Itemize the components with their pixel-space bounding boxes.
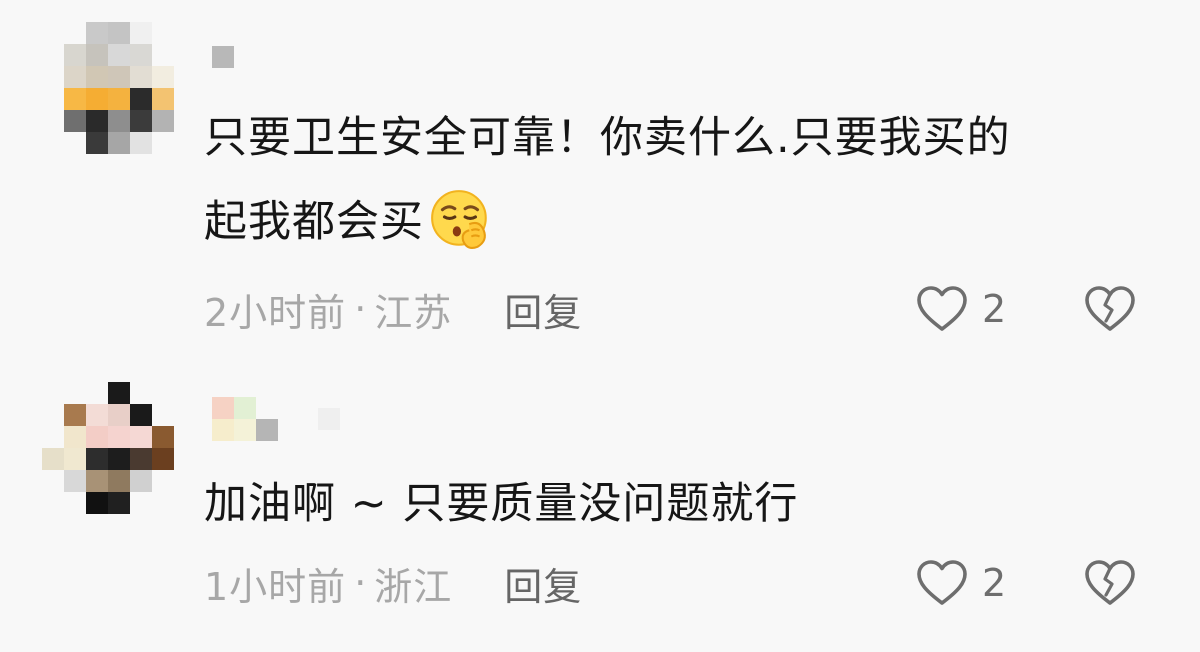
broken-heart-icon: [1085, 560, 1135, 605]
heart-outline-icon: [917, 286, 967, 331]
comment-text: 加油啊 ~ 只要质量没问题就行: [204, 462, 1134, 546]
broken-heart-icon: [1085, 286, 1135, 331]
location: 江苏: [374, 290, 453, 335]
dislike-button[interactable]: [1082, 558, 1138, 608]
timestamp: 1小时前: [204, 564, 347, 609]
like-count: 2: [982, 561, 1007, 605]
comment-item: 只要卫生安全可靠！你卖什么.只要我买的 起我都会买 2小时前 · 江苏 回复 2: [0, 0, 1200, 340]
comment-meta: 1小时前 · 浙江 回复 2: [204, 556, 1140, 611]
like-button[interactable]: 2: [916, 285, 1006, 333]
comment-meta: 2小时前 · 江苏 回复 2: [204, 282, 1140, 337]
heart-outline-icon: [917, 560, 967, 605]
like-count: 2: [982, 287, 1007, 331]
shushing-face-emoji: [431, 189, 487, 249]
comment-text-line: 加油啊 ~ 只要质量没问题就行: [204, 479, 799, 529]
comment-text-fragment: 起我都会买: [204, 197, 424, 247]
separator-dot: ·: [354, 561, 367, 605]
like-button[interactable]: 2: [916, 559, 1006, 607]
dislike-button[interactable]: [1082, 284, 1138, 334]
location: 浙江: [374, 564, 453, 609]
avatar[interactable]: [42, 22, 174, 154]
username[interactable]: [212, 397, 340, 441]
comment-text: 只要卫生安全可靠！你卖什么.只要我买的 起我都会买: [204, 96, 1134, 264]
comment-text-line: 起我都会买: [204, 180, 1134, 264]
username[interactable]: [212, 44, 234, 70]
avatar[interactable]: [42, 382, 174, 514]
comment-item: 加油啊 ~ 只要质量没问题就行 1小时前 · 浙江 回复 2: [0, 340, 1200, 652]
reply-button[interactable]: 回复: [504, 556, 582, 611]
reply-button[interactable]: 回复: [504, 282, 582, 337]
comment-list: 只要卫生安全可靠！你卖什么.只要我买的 起我都会买 2小时前 · 江苏 回复 2…: [0, 0, 1200, 652]
separator-dot: ·: [354, 287, 367, 331]
comment-text-line: 只要卫生安全可靠！你卖什么.只要我买的: [204, 113, 1011, 163]
timestamp: 2小时前: [204, 290, 347, 335]
